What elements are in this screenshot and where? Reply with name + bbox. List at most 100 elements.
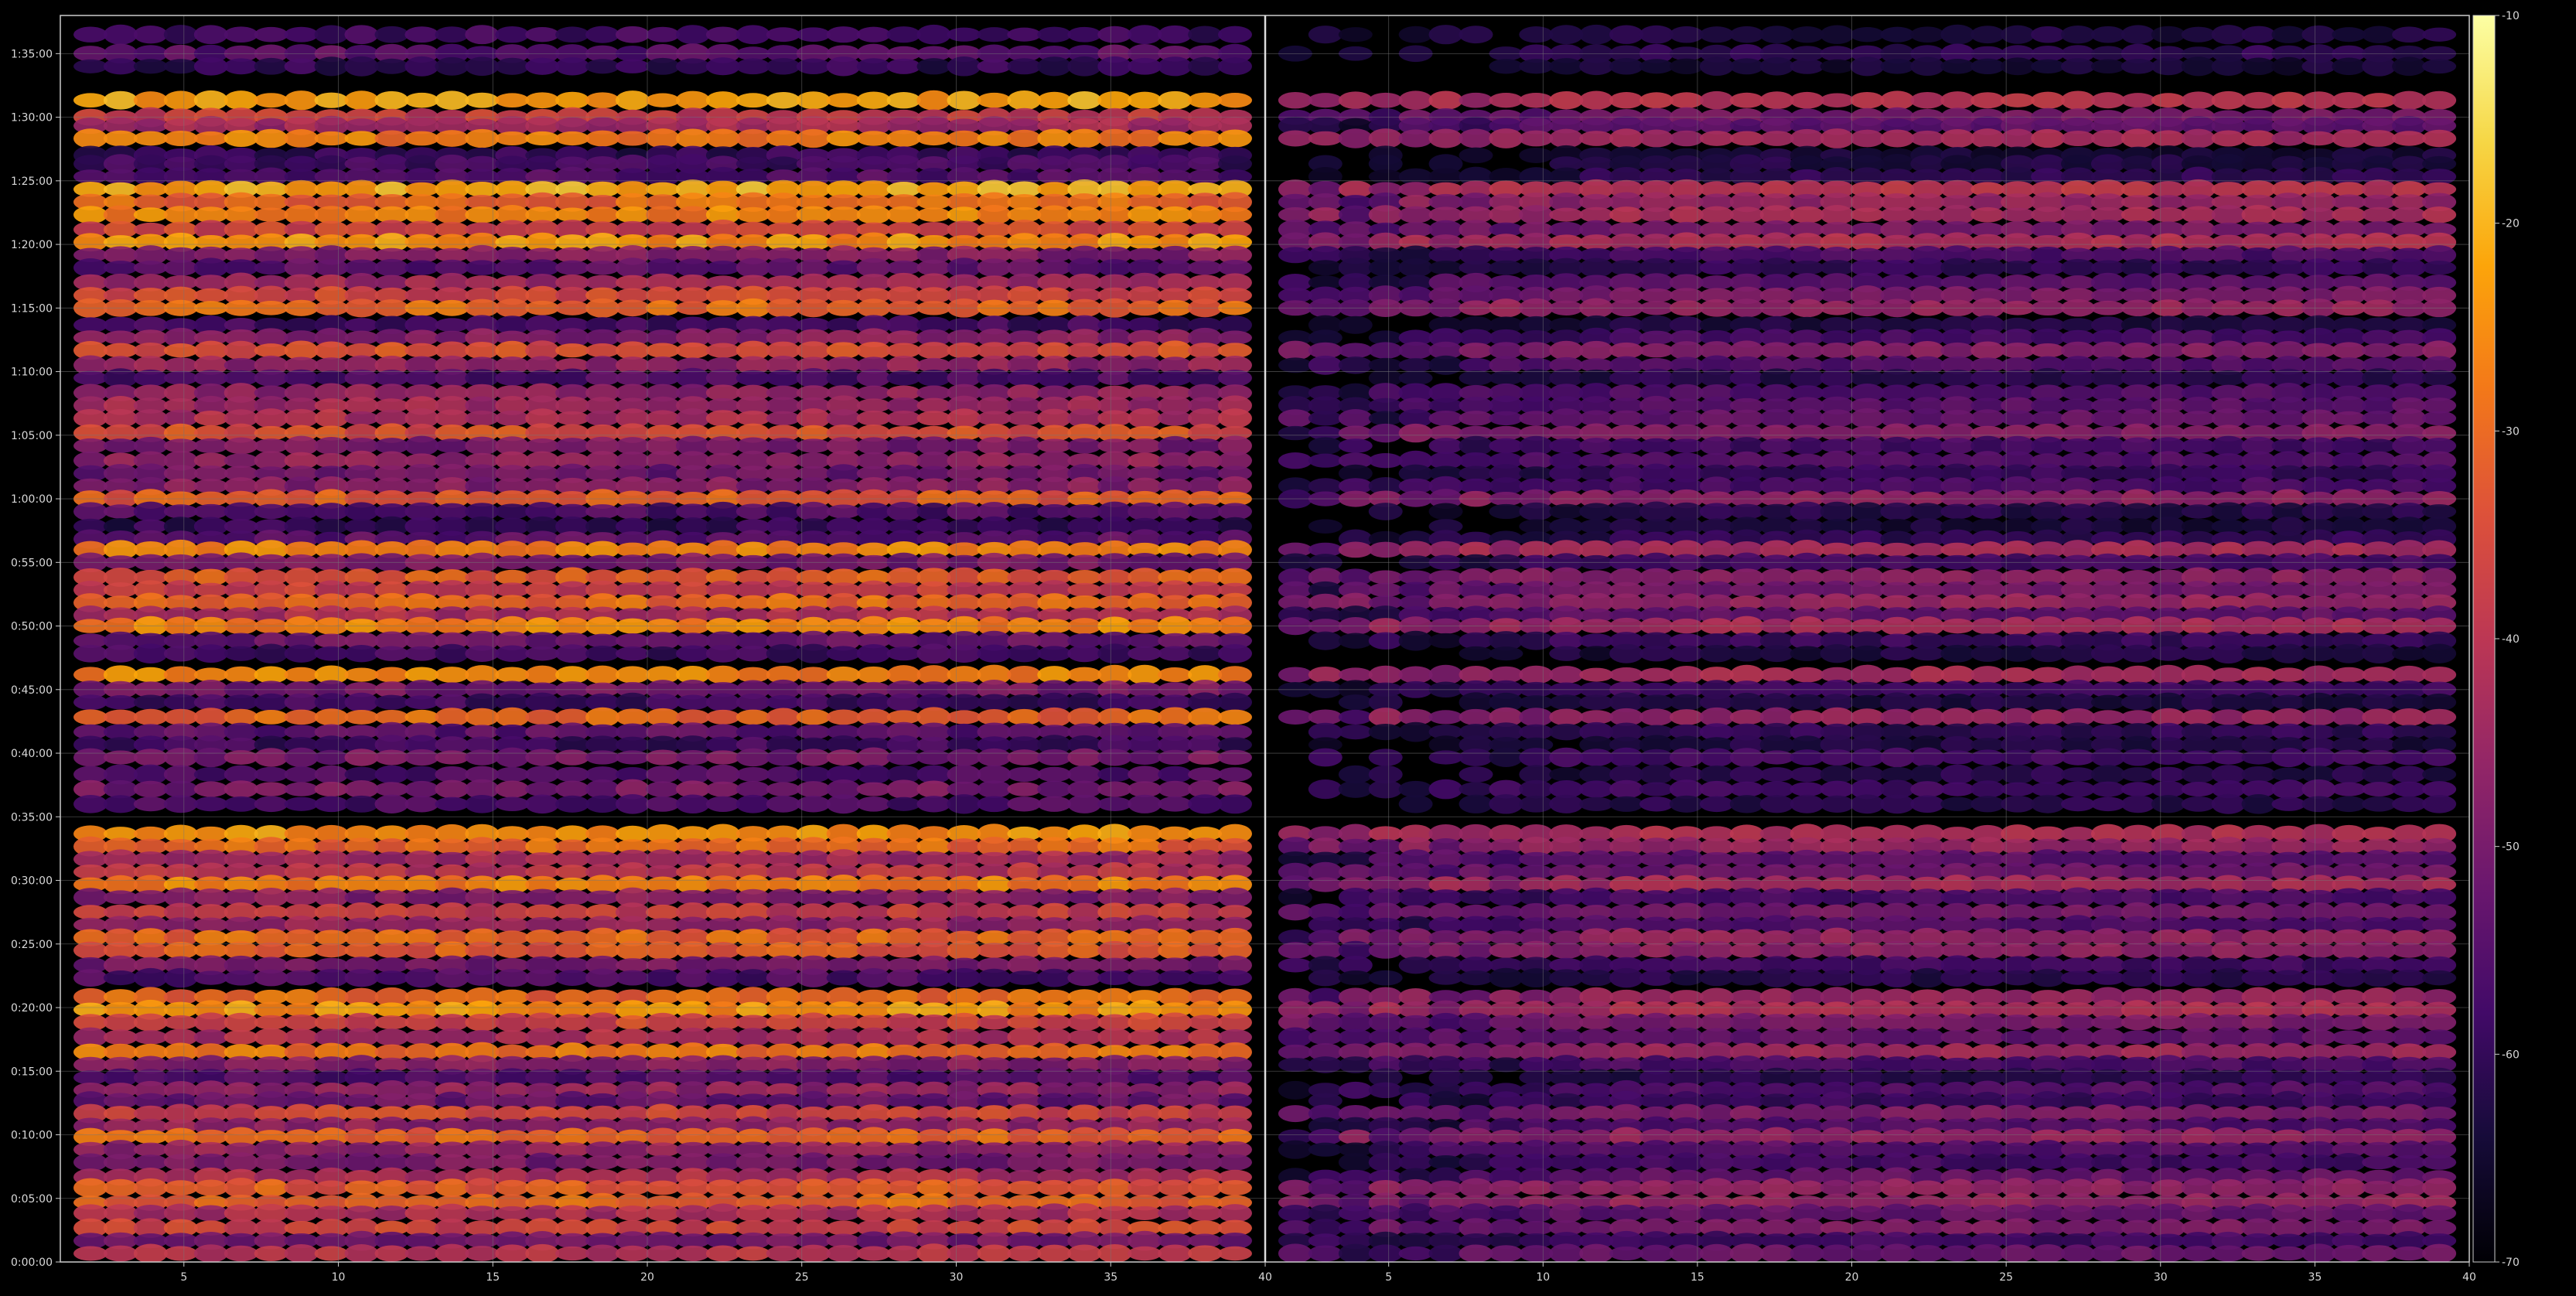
heatmap-cell <box>2301 91 2336 110</box>
heatmap-cell <box>2061 275 2095 290</box>
heatmap-cell <box>1007 796 1042 812</box>
heatmap-cell <box>916 342 951 360</box>
heatmap-cell <box>856 782 891 796</box>
heatmap-cell <box>284 1154 319 1171</box>
heatmap-cell <box>1158 1179 1192 1196</box>
heatmap-cell <box>1729 92 1764 108</box>
heatmap-cell <box>616 1206 650 1221</box>
heatmap-cell <box>886 1027 921 1048</box>
heatmap-cell <box>646 1245 680 1262</box>
heatmap-cell <box>465 749 500 766</box>
heatmap-cell <box>404 749 439 766</box>
heatmap-cell <box>555 260 590 275</box>
heatmap-cell <box>2061 503 2095 520</box>
heatmap-cell <box>826 26 861 43</box>
heatmap-cell <box>1549 58 1584 75</box>
heatmap-cell <box>735 58 770 75</box>
heatmap-cell <box>495 131 530 146</box>
heatmap-cell <box>616 59 650 73</box>
heatmap-cell <box>344 692 379 712</box>
heatmap-cell <box>2211 182 2246 197</box>
heatmap-cell <box>1188 943 1223 958</box>
heatmap-cell <box>1639 129 1674 148</box>
heatmap-cell <box>1368 452 1403 469</box>
heatmap-cell <box>977 156 1012 172</box>
heatmap-cell <box>254 796 288 813</box>
heatmap-cell <box>2422 504 2457 519</box>
heatmap-cell <box>2001 93 2035 107</box>
heatmap-cell <box>2422 27 2457 42</box>
heatmap-cell <box>1609 128 1644 148</box>
heatmap-cell <box>1128 694 1162 711</box>
heatmap-cell <box>735 645 770 662</box>
heatmap-cell <box>1037 1153 1072 1172</box>
heatmap-cell <box>555 91 590 109</box>
heatmap-cell <box>1940 342 1975 359</box>
heatmap-cell <box>1097 957 1132 973</box>
heatmap-cell <box>284 988 319 1005</box>
heatmap-cell <box>73 93 107 108</box>
heatmap-cell <box>2001 25 2035 44</box>
heatmap-cell <box>435 438 469 453</box>
heatmap-cell <box>1820 409 1854 428</box>
heatmap-cell <box>495 780 530 798</box>
heatmap-cell <box>2090 26 2125 43</box>
heatmap-cell <box>2301 25 2336 44</box>
heatmap-cell <box>2090 288 2125 302</box>
heatmap-cell <box>1820 59 1854 73</box>
heatmap-cell <box>886 260 921 275</box>
heatmap-cell <box>284 782 319 796</box>
heatmap-cell <box>735 794 770 813</box>
heatmap-cell <box>133 1142 168 1157</box>
heatmap-cell <box>916 369 951 387</box>
heatmap-cell <box>404 131 439 146</box>
heatmap-cell <box>2151 370 2185 387</box>
heatmap-cell <box>2392 436 2427 455</box>
heatmap-cell <box>103 438 138 453</box>
heatmap-cell <box>1639 343 1674 358</box>
heatmap-cell <box>1970 369 2005 387</box>
heatmap-cell <box>1097 796 1132 811</box>
heatmap-cell <box>344 56 379 77</box>
heatmap-cell <box>2392 343 2427 358</box>
heatmap-cell <box>555 1014 590 1032</box>
heatmap-cell <box>344 1244 379 1262</box>
heatmap-cell <box>404 260 439 275</box>
heatmap-cell <box>916 182 951 196</box>
heatmap-cell <box>977 916 1012 933</box>
heatmap-cell <box>1158 595 1192 611</box>
heatmap-cell <box>133 643 168 664</box>
heatmap-cell <box>495 1206 530 1220</box>
heatmap-cell <box>886 779 921 799</box>
heatmap-cell <box>2332 260 2366 275</box>
heatmap-cell <box>193 131 228 146</box>
heatmap-cell <box>2211 222 2246 237</box>
heatmap-cell <box>705 343 740 358</box>
heatmap-cell <box>2090 410 2125 427</box>
heatmap-cell <box>374 1093 409 1109</box>
heatmap-cell <box>1278 91 1312 109</box>
heatmap-cell <box>163 666 198 684</box>
heatmap-cell <box>886 796 921 811</box>
heatmap-cell <box>947 206 981 223</box>
heatmap-cell <box>856 666 891 684</box>
heatmap-cell <box>2422 261 2457 275</box>
heatmap-cell <box>1609 92 1644 109</box>
heatmap-cell <box>766 438 800 454</box>
heatmap-cell <box>1278 340 1312 360</box>
heatmap-cell <box>2271 410 2306 427</box>
heatmap-cell <box>2181 56 2216 77</box>
heatmap-cell <box>344 131 379 146</box>
heatmap-cell <box>826 1245 861 1262</box>
heatmap-cell <box>826 342 861 360</box>
heatmap-cell <box>1368 503 1403 520</box>
heatmap-cell <box>73 502 107 521</box>
heatmap-cell <box>404 92 439 108</box>
heatmap-cell <box>103 330 138 345</box>
heatmap-cell <box>705 1203 740 1223</box>
heatmap-cell <box>1699 436 1734 455</box>
heatmap-cell <box>2211 259 2246 276</box>
heatmap-cell <box>284 943 319 958</box>
heatmap-cell <box>103 737 138 753</box>
heatmap-cell <box>133 182 168 197</box>
